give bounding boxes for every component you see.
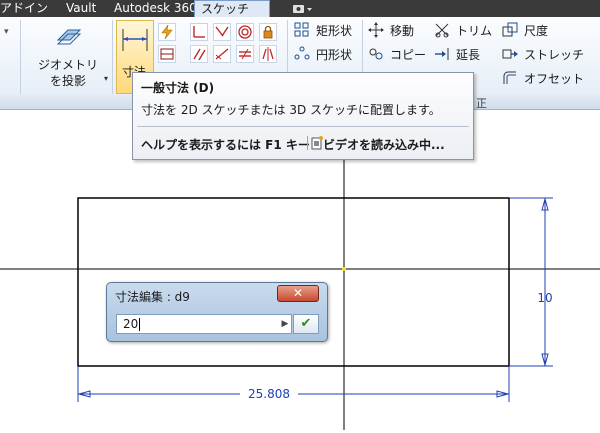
modify-panel-label: 正 [476, 97, 487, 110]
symmetric-constraint-button[interactable] [259, 45, 277, 63]
dimension-value-text: 20 [123, 317, 139, 331]
tooltip-video-link[interactable]: ビデオを読み込み中... [323, 136, 445, 153]
move-label: 移動 [390, 24, 415, 38]
scale-label: 尺度 [524, 24, 549, 38]
constraint-panel-icon [160, 48, 174, 60]
dialog-title: 寸法編集 : d9 [115, 290, 190, 304]
symmetric-icon [262, 47, 274, 61]
circular-pattern-button[interactable]: 円形状 [294, 45, 358, 63]
parallel-constraint-button[interactable] [190, 45, 208, 63]
tangent-icon [215, 48, 229, 60]
quick-access-dropdown[interactable] [292, 2, 314, 15]
camera-icon [293, 5, 312, 13]
stretch-icon [502, 49, 518, 59]
scale-button[interactable]: 尺度 [502, 21, 592, 39]
stretch-button[interactable]: ストレッチ [502, 45, 592, 63]
horizontal-dimension-value: 25.808 [248, 387, 290, 401]
copy-label: コピー [390, 48, 427, 62]
show-constraints-button[interactable] [158, 45, 176, 63]
copy-button[interactable]: コピー [368, 45, 430, 63]
extend-button[interactable]: 延長 [434, 45, 496, 63]
edit-dimension-dialog: 寸法編集 : d9 ✕ 20 ▶ ✔ [106, 282, 328, 342]
tooltip-divider [137, 126, 469, 127]
vertical-dimension-value: 10 [537, 291, 552, 305]
equal-icon [239, 48, 251, 60]
checkmark-icon: ✔ [300, 316, 312, 331]
scale-icon [502, 22, 518, 37]
lock-icon [263, 25, 273, 39]
perpendicular-constraint-button[interactable] [190, 23, 208, 41]
vertical-dimension[interactable]: 10 [509, 197, 553, 367]
circular-pattern-icon [294, 46, 310, 60]
offset-button[interactable]: オフセット [502, 69, 592, 87]
chevron-down-icon: ▾ [104, 74, 109, 83]
offset-label: オフセット [524, 72, 585, 86]
trim-label: トリム [456, 24, 493, 38]
project-geometry-button[interactable]: ジオメトリ を投影 ▾ [24, 20, 112, 94]
ribbon-tab-bar: アドイン Vault Autodesk 360 スケッチ [0, 0, 600, 17]
circular-pattern-label: 円形状 [316, 48, 353, 62]
video-icon [311, 136, 323, 150]
extend-icon [435, 48, 449, 60]
coincident-constraint-button[interactable] [213, 23, 231, 41]
tooltip-description: 寸法を 2D スケッチまたは 3D スケッチに配置します。 [141, 103, 441, 117]
close-button[interactable]: ✕ [277, 285, 319, 302]
text-cursor [139, 318, 141, 331]
tab-autodesk-360[interactable]: Autodesk 360 [114, 0, 197, 17]
tangent-constraint-button[interactable] [213, 45, 231, 63]
tooltip-title: 一般寸法 (D) [141, 81, 215, 95]
lightning-icon [161, 24, 173, 40]
expand-arrow-icon[interactable]: ▶ [279, 316, 291, 332]
ribbon-separator [20, 20, 21, 94]
origin-point[interactable] [342, 267, 346, 271]
project-geometry-label-2: を投影 [50, 74, 87, 88]
concentric-constraint-button[interactable] [236, 23, 254, 41]
tab-vault[interactable]: Vault [66, 0, 96, 17]
trim-icon [435, 23, 449, 38]
project-geometry-label-1: ジオメトリ [38, 58, 99, 72]
tab-addins[interactable]: アドイン [0, 0, 48, 17]
dimension-value-input[interactable]: 20 ▶ [116, 314, 292, 334]
dimension-icon [122, 29, 148, 51]
trim-button[interactable]: トリム [434, 21, 496, 39]
move-icon [368, 22, 384, 38]
rectangular-pattern-label: 矩形状 [316, 24, 353, 38]
project-geometry-icon [56, 29, 82, 45]
ribbon-separator [112, 20, 113, 94]
perpendicular-icon [193, 26, 205, 38]
tooltip-separator [307, 136, 308, 150]
concentric-icon [238, 25, 252, 39]
fix-constraint-button[interactable] [259, 23, 277, 41]
offset-icon [503, 71, 516, 84]
rectangular-pattern-icon [294, 22, 309, 37]
horizontal-dimension[interactable]: 25.808 [77, 366, 510, 402]
accept-button[interactable]: ✔ [293, 314, 319, 334]
extend-label: 延長 [456, 48, 481, 62]
tab-sketch[interactable]: スケッチ [194, 0, 270, 17]
rectangular-pattern-button[interactable]: 矩形状 [294, 21, 358, 39]
close-icon: ✕ [292, 286, 304, 300]
copy-icon [369, 48, 383, 60]
equal-constraint-button[interactable] [236, 45, 254, 63]
panel-overflow-arrow[interactable]: ▾ [4, 27, 9, 37]
tooltip-help-hint: ヘルプを表示するには F1 キー [141, 138, 310, 152]
dimension-tooltip: 一般寸法 (D) 寸法を 2D スケッチまたは 3D スケッチに配置します。 ヘ… [132, 72, 474, 160]
parallel-icon [193, 48, 206, 61]
auto-dimension-button[interactable] [158, 23, 176, 41]
move-button[interactable]: 移動 [368, 21, 430, 39]
coincident-icon [215, 26, 229, 37]
stretch-label: ストレッチ [524, 48, 585, 62]
